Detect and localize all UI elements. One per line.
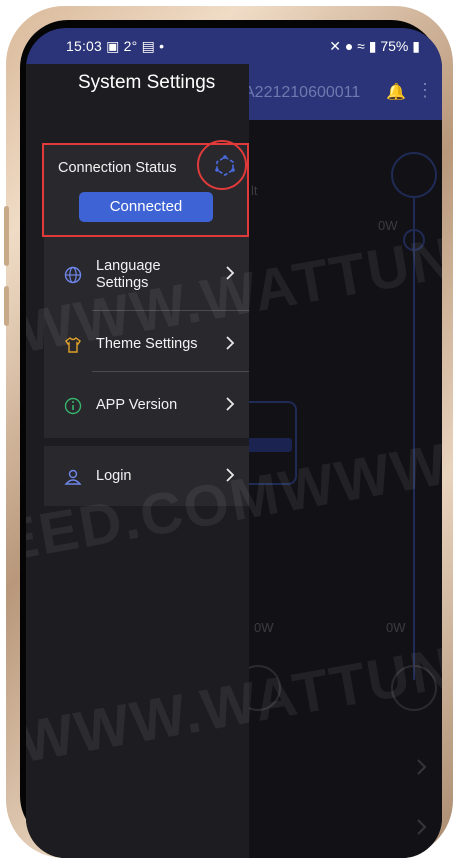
power-top-value: 0W (378, 218, 398, 233)
gallery-icon: ▣ (106, 38, 120, 54)
screen: 15:03 ▣ 2° ▤ • ✕ ● ≈ ▮ 75% ▮ A2212106000… (26, 28, 442, 858)
dot-icon: • (159, 38, 165, 54)
menu-divider (92, 310, 249, 311)
volume-button (4, 206, 9, 266)
wifi-icon: ≈ (357, 38, 365, 54)
power-left-value: 0W (254, 620, 274, 635)
user-icon (64, 469, 82, 485)
inverter-label-bar (246, 438, 292, 452)
menu-item-theme[interactable]: Theme Settings (44, 320, 249, 370)
status-temperature: 2° (123, 38, 138, 54)
info-icon (64, 397, 82, 415)
menu-item-label: Login (96, 468, 132, 484)
chevron-right-icon (226, 336, 235, 350)
bell-icon[interactable]: 🔔 (386, 82, 406, 102)
power-button (4, 286, 9, 326)
chevron-right-icon (417, 759, 427, 775)
status-bar: 15:03 ▣ 2° ▤ • ✕ ● ≈ ▮ 75% ▮ (26, 28, 442, 64)
chevron-right-icon (226, 468, 235, 482)
grid-tower-icon (391, 152, 437, 198)
chevron-right-icon (226, 266, 235, 280)
battery-percent: 75% (380, 38, 409, 54)
menu-item-label: Language Settings (96, 258, 161, 291)
menu-divider (92, 371, 249, 372)
status-right: ✕ ● ≈ ▮ 75% ▮ (329, 38, 420, 55)
location-icon: ● (344, 38, 354, 54)
status-left: 15:03 ▣ 2° ▤ • (66, 38, 164, 55)
phone-frame: 15:03 ▣ 2° ▤ • ✕ ● ≈ ▮ 75% ▮ A2212106000… (4, 6, 453, 858)
highlight-circle (197, 140, 247, 190)
menu-item-label: Theme Settings (96, 336, 198, 352)
status-time: 15:03 (66, 38, 103, 54)
partial-text: lt (251, 183, 258, 198)
drawer-title: System Settings (78, 72, 216, 93)
menu-item-login[interactable]: Login (44, 452, 249, 502)
chevron-right-icon (226, 397, 235, 411)
menu-item-app-version[interactable]: APP Version (44, 381, 249, 431)
menu-item-label: APP Version (96, 397, 178, 413)
power-right-value: 0W (386, 620, 406, 635)
mute-icon: ✕ (329, 38, 341, 54)
signal-icon: ▮ (368, 38, 377, 54)
message-icon: ▤ (141, 38, 155, 54)
more-menu-icon[interactable]: ⋮ (416, 80, 434, 101)
battery-icon: ▮ (412, 38, 420, 54)
globe-icon (64, 266, 82, 284)
device-id: A221210600011 (244, 84, 361, 101)
shirt-icon (65, 337, 81, 353)
menu-item-language[interactable]: Language Settings (44, 250, 249, 300)
chevron-right-icon (417, 819, 427, 835)
